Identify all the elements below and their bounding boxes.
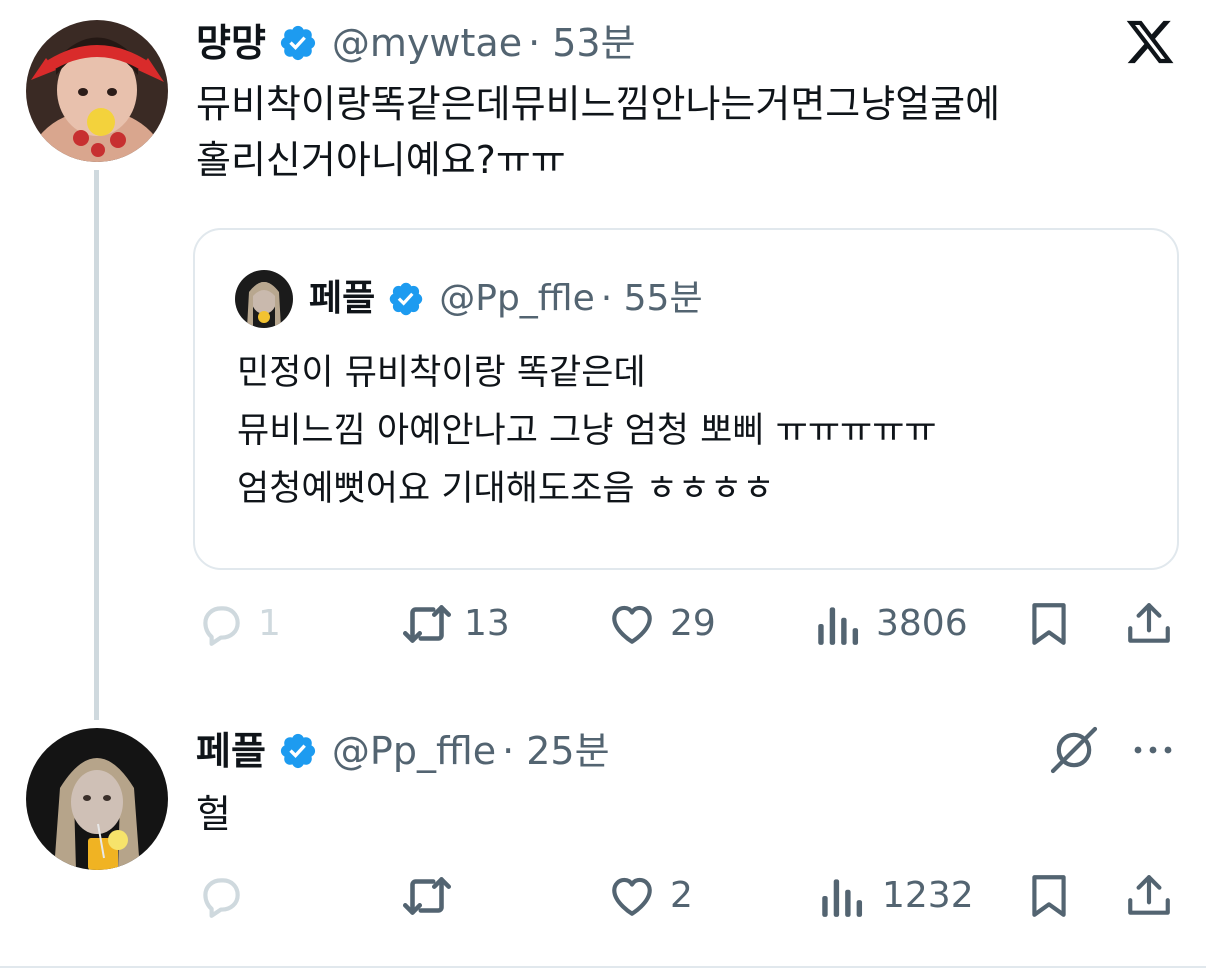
quoted-handle: @Pp_ffle: [439, 278, 595, 319]
bottom-divider: [0, 966, 1206, 968]
verified-badge-icon: [278, 731, 318, 771]
tweet1-text-line2: 홀리신거아니예요?ㅠㅠ: [196, 138, 566, 182]
more-options-icon[interactable]: [1130, 738, 1176, 762]
tweet2-text: 헐: [196, 792, 231, 836]
repost-count: 13: [464, 603, 510, 644]
avatar-pp-ffle[interactable]: [26, 728, 168, 870]
bookmark-button[interactable]: [1024, 596, 1074, 652]
views-bar-chart-icon: [818, 871, 864, 921]
timestamp[interactable]: · 53분: [528, 20, 635, 66]
reply-icon: [196, 599, 246, 649]
views-count: 1232: [882, 875, 974, 916]
bookmark-icon: [1024, 870, 1074, 922]
user-handle[interactable]: @Pp_ffle: [332, 728, 496, 774]
share-button[interactable]: [1124, 596, 1174, 652]
quoted-header: 페플 @Pp_ffle · 55분: [309, 276, 703, 322]
views-count: 3806: [876, 603, 968, 644]
reply-button[interactable]: [196, 868, 258, 924]
heart-icon: [606, 871, 658, 921]
views-button[interactable]: 1232: [818, 868, 974, 924]
user-handle[interactable]: @mywtae: [332, 20, 522, 66]
tweet1-header: 먕먕 @mywtae · 53분: [196, 18, 636, 68]
bookmark-button[interactable]: [1024, 868, 1074, 924]
like-button[interactable]: 29: [606, 596, 716, 652]
timestamp[interactable]: · 25분: [502, 728, 609, 774]
quoted-avatar: [235, 270, 293, 328]
tweet1-text: 뮤비착이랑똑같은데뮤비느낌안나는거면그냥얼굴에 홀리신거아니예요?ㅠㅠ: [196, 76, 1186, 188]
bookmark-icon: [1024, 598, 1074, 650]
tweet1-text-line1: 뮤비착이랑똑같은데뮤비느낌안나는거면그냥얼굴에: [196, 82, 1001, 126]
like-button[interactable]: 2: [606, 868, 693, 924]
reply-icon: [196, 871, 246, 921]
quoted-text-line1: 민정이 뮤비착이랑 똑같은데: [237, 353, 646, 393]
verified-badge-icon: [278, 23, 318, 63]
display-name[interactable]: 페플: [196, 728, 266, 774]
quoted-text: 민정이 뮤비착이랑 똑같은데 뮤비느낌 아예안나고 그냥 엄청 뽀삐 ㅠㅠㅠㅠㅠ…: [237, 344, 937, 518]
quoted-tweet-card[interactable]: 페플 @Pp_ffle · 55분 민정이 뮤비착이랑 똑같은데 뮤비느낌 아예…: [193, 228, 1179, 570]
tweet2-header: 페플 @Pp_ffle · 25분: [196, 726, 610, 776]
quoted-text-line2: 뮤비느낌 아예안나고 그냥 엄청 뽀삐 ㅠㅠㅠㅠㅠ: [237, 411, 937, 451]
x-logo-icon[interactable]: [1124, 16, 1176, 68]
repost-icon: [398, 599, 456, 649]
quoted-display-name: 페플: [309, 278, 376, 319]
display-name[interactable]: 먕먕: [196, 20, 266, 66]
reply-count: 1: [258, 603, 281, 644]
thread-connector-line: [94, 170, 99, 720]
heart-icon: [606, 599, 658, 649]
avatar-mywtae[interactable]: [26, 20, 168, 162]
share-icon: [1124, 598, 1174, 650]
verified-badge-icon: [387, 280, 425, 318]
like-count: 29: [670, 603, 716, 644]
repost-button[interactable]: [398, 868, 468, 924]
like-count: 2: [670, 875, 693, 916]
repost-icon: [398, 871, 456, 921]
share-icon: [1124, 870, 1174, 922]
views-button[interactable]: 3806: [814, 596, 968, 652]
repost-button[interactable]: 13: [398, 596, 510, 652]
views-bar-chart-icon: [814, 599, 860, 649]
quoted-text-line3: 엄청예뻣어요 기대해도조음 ㅎㅎㅎㅎ: [237, 469, 775, 509]
grok-icon[interactable]: [1046, 722, 1102, 778]
quoted-timestamp: · 55분: [600, 278, 703, 319]
share-button[interactable]: [1124, 868, 1174, 924]
reply-button[interactable]: 1: [196, 596, 281, 652]
